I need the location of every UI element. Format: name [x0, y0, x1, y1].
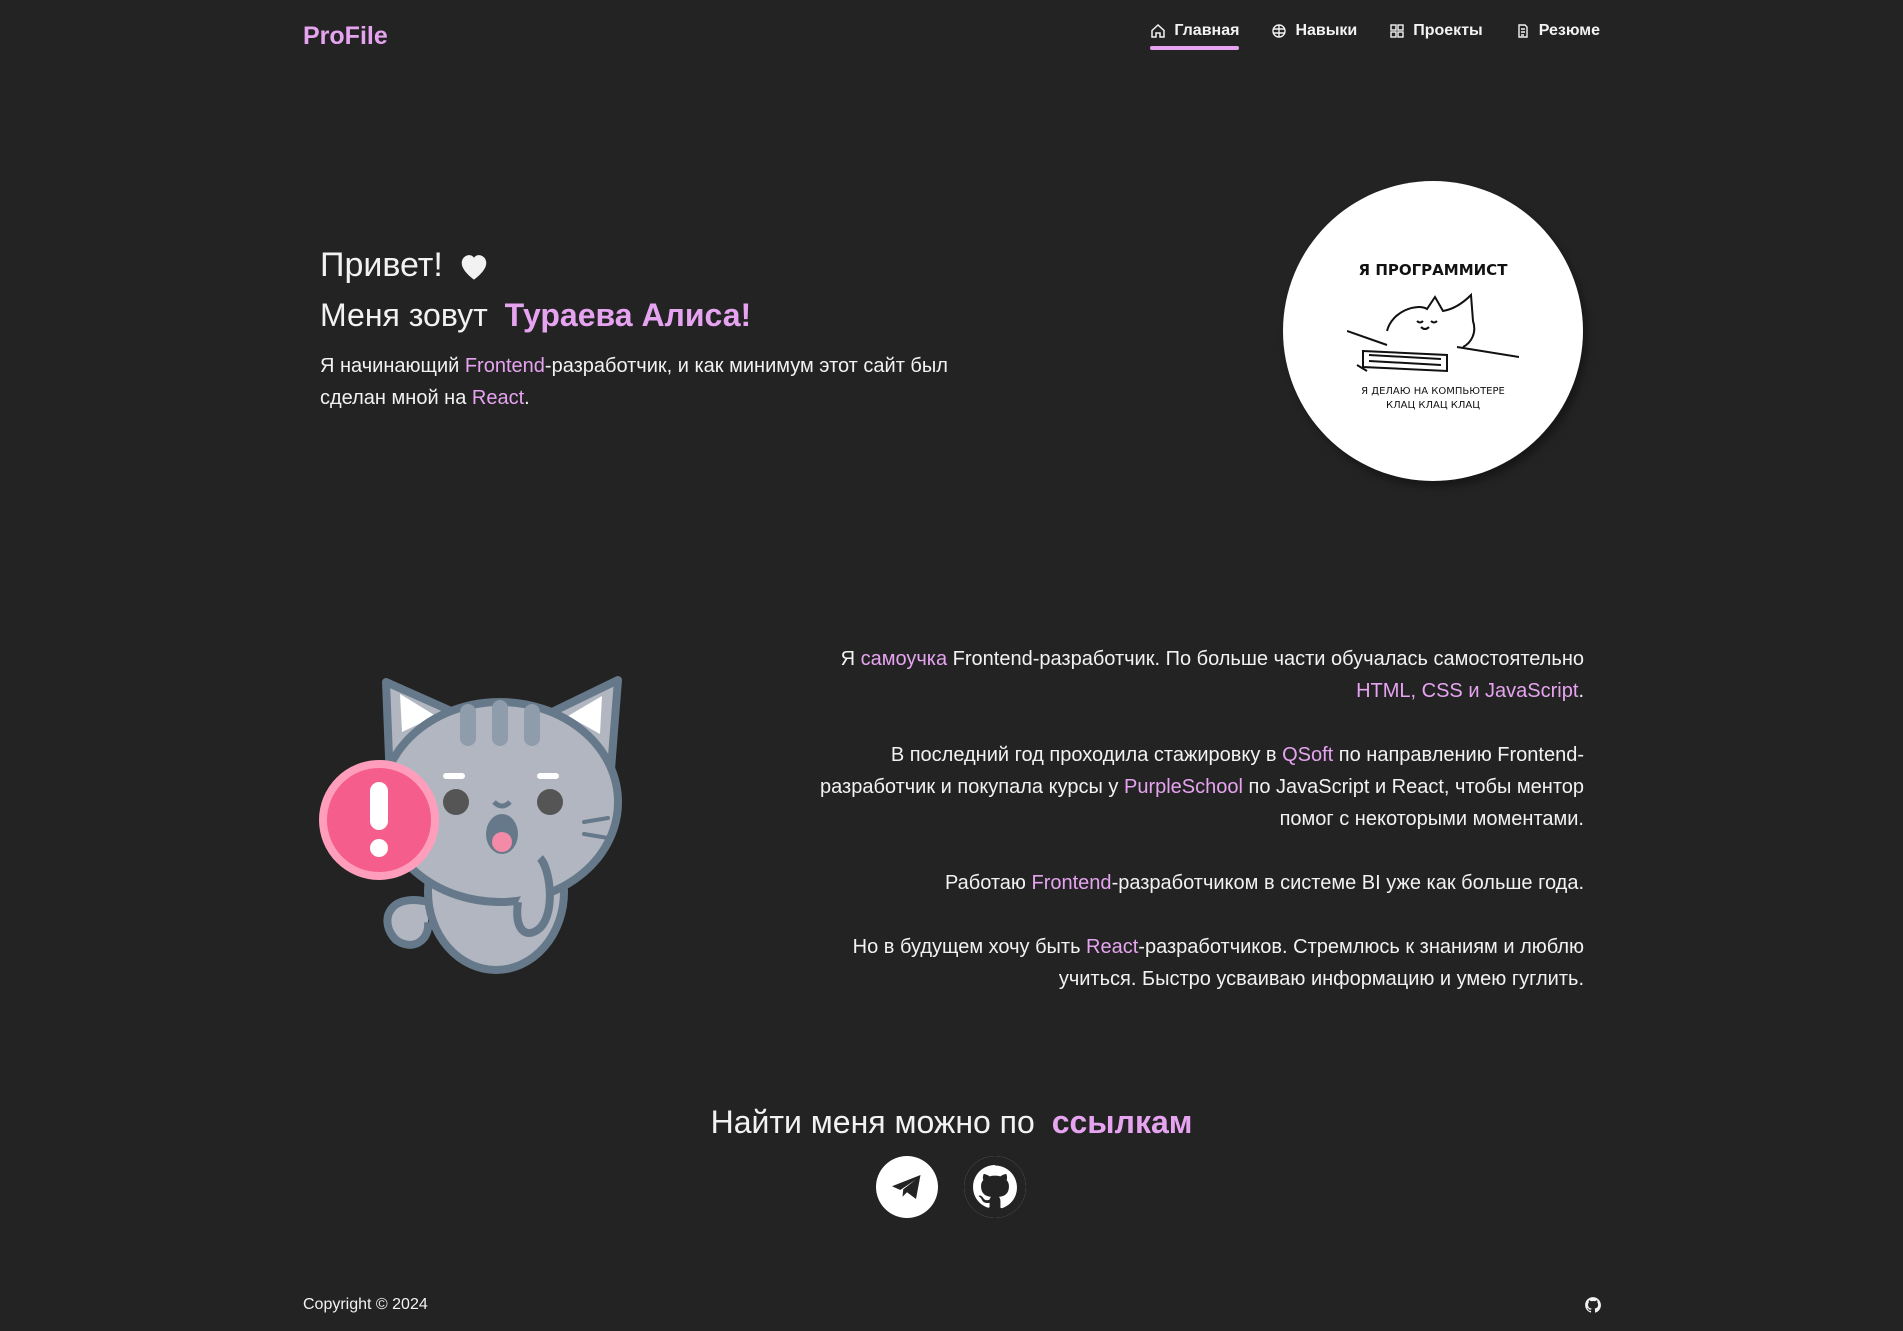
highlight: React — [1086, 936, 1139, 958]
text: -разработчиком в системе BI уже как боль… — [1111, 872, 1584, 894]
github-icon[interactable] — [1584, 1296, 1602, 1314]
nav-item-projects[interactable]: Проекты — [1389, 22, 1483, 48]
nav-item-label: Проекты — [1413, 22, 1483, 39]
text: Я — [840, 648, 861, 670]
github-link[interactable] — [964, 1156, 1026, 1218]
avatar-caption-line: Я ДЕЛАЮ НА КОМПЬЮТЕРЕ — [1361, 386, 1505, 397]
text: по JavaScript и React, чтобы ментор помо… — [1242, 776, 1585, 830]
heart-icon — [461, 254, 487, 280]
highlight: PurpleSchool — [1123, 776, 1243, 798]
links-title-accent: ссылкам — [1051, 1104, 1193, 1140]
text: Работаю — [944, 872, 1032, 894]
nav-item-skills[interactable]: Навыки — [1271, 22, 1357, 48]
copyright: Copyright © 2024 — [303, 1296, 428, 1313]
text: . — [1578, 680, 1584, 702]
avatar-caption-top: Я ПРОГРАММИСТ — [1358, 261, 1508, 279]
avatar-caption-line: КЛАЦ КЛАЦ КЛАЦ — [1385, 400, 1481, 411]
desc-text: Я начинающий — [320, 355, 465, 377]
nav-item-label: Навыки — [1295, 22, 1358, 39]
text: В последний год проходила стажировку в — [890, 744, 1283, 766]
desc-react: React — [471, 387, 525, 409]
nav-item-label: Главная — [1174, 22, 1240, 39]
home-icon — [1151, 23, 1166, 38]
text: Но в будущем хочу быть — [852, 936, 1087, 958]
about-paragraph: Работаю Frontend-разработчиком в системе… — [780, 867, 1584, 899]
about-paragraph: Я самоучка Frontend-разработчик. По боль… — [780, 643, 1584, 707]
nav-links: Главная Навыки Проекты Резюме — [1150, 22, 1600, 50]
text: Frontend-разработчик. По больше части об… — [947, 648, 1584, 670]
links-title-text: Найти меня можно по — [710, 1104, 1035, 1140]
grid-icon — [1390, 24, 1404, 38]
nav-item-home[interactable]: Главная — [1150, 22, 1240, 50]
text: -разработчиков. Стремлюсь к знаниям и лю… — [1058, 936, 1584, 990]
cat-keyboard-illustration — [1347, 292, 1519, 373]
telegram-icon — [892, 1175, 921, 1199]
desc-text: . — [524, 387, 530, 409]
about-paragraph: В последний год проходила стажировку в Q… — [780, 739, 1584, 835]
skills-icon — [1272, 24, 1287, 38]
highlight: HTML, CSS и JavaScript — [1356, 680, 1579, 702]
hero-name: Тураева Алиса! — [504, 297, 752, 333]
github-icon — [964, 1156, 1026, 1218]
surprised-cat-illustration — [319, 676, 622, 974]
brand-logo[interactable]: ProFile — [303, 22, 388, 51]
highlight: Frontend — [1031, 872, 1112, 894]
navbar: ProFile Главная Навыки Проекты Резюме — [0, 0, 1903, 76]
about-text: Я самоучка Frontend-разработчик. По боль… — [780, 643, 1584, 1027]
nav-item-label: Резюме — [1538, 22, 1600, 39]
desc-frontend: Frontend — [464, 355, 545, 377]
hero-name-line: Меня зовут Тураева Алиса! — [320, 297, 751, 334]
avatar-caption-bottom: Я ДЕЛАЮ НА КОМПЬЮТЕРЕ КЛАЦ КЛАЦ КЛАЦ — [1283, 385, 1583, 413]
hero-greeting: Привет! — [320, 246, 491, 285]
greeting-text: Привет! — [320, 246, 443, 284]
links-title: Найти меня можно по ссылкам — [0, 1104, 1903, 1141]
social-links — [876, 1156, 1026, 1218]
telegram-link[interactable] — [876, 1156, 938, 1218]
document-icon — [1517, 24, 1528, 38]
nav-item-resume[interactable]: Резюме — [1515, 22, 1600, 48]
highlight: QSoft — [1282, 744, 1334, 766]
avatar: Я ПРОГРАММИСТ Я ДЕЛАЮ НА КОМПЬЮТЕРЕ КЛАЦ… — [1283, 181, 1583, 481]
about-paragraph: Но в будущем хочу быть React-разработчик… — [780, 931, 1584, 995]
hero-description: Я начинающий Frontend-разработчик, и как… — [320, 350, 1000, 414]
highlight: самоучка — [860, 648, 948, 670]
name-prefix: Меня зовут — [320, 297, 488, 333]
